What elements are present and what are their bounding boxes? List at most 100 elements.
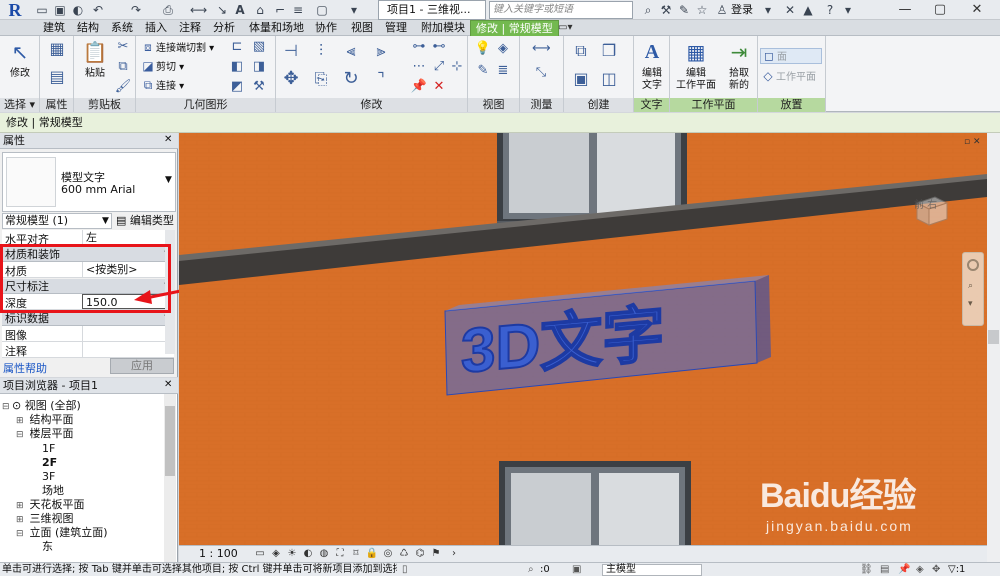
prop-row-comments[interactable]: 注释 <box>2 342 174 358</box>
selection-filter[interactable]: ▽:1 <box>948 563 965 576</box>
crop-view-icon[interactable]: ⛶ <box>333 547 347 561</box>
undo-icon[interactable]: ↶ <box>90 2 106 18</box>
print-icon[interactable]: ⎙ <box>160 2 176 18</box>
align-icon[interactable]: ⊣ <box>282 42 300 60</box>
type-selector[interactable]: 模型文字 600 mm Arial ▼ <box>2 152 176 212</box>
linework-icon[interactable]: ✎ <box>474 62 492 80</box>
apply-button[interactable]: 应用 <box>110 358 174 374</box>
properties-close-icon[interactable]: ✕ <box>164 134 172 145</box>
panel-label-select[interactable]: 选择 ▾ <box>0 98 39 112</box>
measure-distance-icon[interactable]: ⟷ <box>532 40 551 58</box>
zoom-icon[interactable]: ⌕ <box>968 281 973 291</box>
tab-modify-generic-model[interactable]: 修改 | 常规模型 <box>470 20 559 36</box>
tree-node-2f[interactable]: 2F <box>42 456 57 470</box>
tab-collaborate[interactable]: 协作 <box>310 20 342 36</box>
trim-icon[interactable]: ⌝ <box>372 70 390 88</box>
tree-node-floor-plans[interactable]: ⊟ 楼层平面 <box>16 427 74 442</box>
user-icon[interactable]: ♙ <box>714 2 730 18</box>
shadows-icon[interactable]: ◐ <box>301 547 315 561</box>
tree-node-structural-plans[interactable]: ⊞ 结构平面 <box>16 413 74 428</box>
tree-node-1f[interactable]: 1F <box>42 442 55 456</box>
offset-icon[interactable]: ⫶ <box>312 42 330 60</box>
tree-node-site[interactable]: 场地 <box>42 484 64 498</box>
show-crop-icon[interactable]: ⌑ <box>349 547 363 561</box>
cut-icon[interactable]: ✂ <box>114 38 132 56</box>
viewport-close-icon[interactable]: ▫ ✕ <box>964 137 981 147</box>
demolish-icon[interactable]: ▧ <box>250 38 268 56</box>
steering-wheel-icon[interactable] <box>967 259 979 271</box>
move-icon[interactable]: ✥ <box>282 70 300 88</box>
model-select[interactable]: 主模型 <box>602 564 702 576</box>
split-face-icon[interactable]: ◧ <box>228 58 246 76</box>
split-gap-icon[interactable]: ⊷ <box>430 38 448 56</box>
thin-lines-icon[interactable]: ≡ <box>290 2 306 18</box>
cut-geometry-button[interactable]: ◪ 剪切 ▾ <box>140 57 184 75</box>
help-icon[interactable]: ? <box>822 2 838 18</box>
tree-node-3f[interactable]: 3F <box>42 470 55 484</box>
tree-node-east[interactable]: 东 <box>42 540 53 554</box>
hide-bulb-icon[interactable]: 💡 <box>474 40 492 58</box>
select-pinned-icon[interactable]: 📌 <box>898 563 910 576</box>
close-hidden-icon[interactable]: ▢ <box>314 2 330 18</box>
tab-massing-site[interactable]: 体量和场地 <box>244 20 309 36</box>
lock-3d-icon[interactable]: 🔒 <box>365 547 379 561</box>
drag-elements-icon[interactable]: ✥ <box>932 563 940 576</box>
place-on-work-plane-button[interactable]: ◇ 工作平面 <box>760 67 816 85</box>
subscription-icon[interactable]: ⚒ <box>658 2 674 18</box>
exchange-icon[interactable]: ✕ <box>782 2 798 18</box>
split-icon[interactable]: ⊶ <box>410 38 428 56</box>
scale-icon[interactable]: ⤢ <box>430 58 448 76</box>
tab-insert[interactable]: 插入 <box>140 20 172 36</box>
sync-icon[interactable]: ◐ <box>70 2 86 18</box>
worksharing-icon[interactable]: ⌬ <box>413 547 427 561</box>
browser-close-icon[interactable]: ✕ <box>164 379 172 390</box>
tree-node-ceiling-plans[interactable]: ⊞ 天花板平面 <box>16 498 85 513</box>
open-icon[interactable]: ▭ <box>34 2 50 18</box>
edit-text-button[interactable]: A 编辑 文字 <box>635 38 669 92</box>
design-options-icon[interactable]: ⌕ <box>528 563 534 576</box>
main-model-icon[interactable]: ▣ <box>572 563 581 576</box>
3d-view-icon[interactable]: ⌂ <box>252 2 268 18</box>
dimension-icon[interactable]: ↘ <box>214 2 230 18</box>
properties-icon[interactable]: ▤ <box>48 68 66 86</box>
temp-hide-icon[interactable]: ◎ <box>381 547 395 561</box>
text-icon[interactable]: A <box>232 2 248 18</box>
remove-paint-icon[interactable]: ◨ <box>250 58 268 76</box>
rotate-icon[interactable]: ↻ <box>342 70 360 88</box>
tree-node-3d-views[interactable]: ⊞ 三维视图 <box>16 512 74 527</box>
zoom-options-icon[interactable]: ▾ <box>968 299 973 309</box>
delete-icon[interactable]: ✕ <box>430 78 448 96</box>
login-dropdown-icon[interactable]: ▾ <box>760 2 776 18</box>
browser-scrollbar-thumb[interactable] <box>165 406 175 476</box>
override-icon[interactable]: ◈ <box>494 40 512 58</box>
edit-type-button[interactable]: ▤ 编辑类型 <box>116 213 174 229</box>
select-by-face-icon[interactable]: ◈ <box>916 563 924 576</box>
viewport-scrollbar-thumb[interactable] <box>988 330 999 344</box>
sun-path-icon[interactable]: ☀ <box>285 547 299 561</box>
array-icon[interactable]: ⋯ <box>410 58 428 76</box>
autodesk-a360-icon[interactable]: ▲ <box>800 2 816 18</box>
reveal-hidden-icon[interactable]: ♺ <box>397 547 411 561</box>
save-icon[interactable]: ▣ <box>52 2 68 18</box>
lower-window[interactable] <box>499 461 691 545</box>
maximize-button[interactable]: ▢ <box>925 0 955 20</box>
unpin-icon[interactable]: ⊹ <box>448 58 466 76</box>
tab-architecture[interactable]: 建筑 <box>38 20 70 36</box>
minimize-button[interactable]: — <box>890 0 920 20</box>
section-icon[interactable]: ⌐ <box>272 2 288 18</box>
tab-annotate[interactable]: 注释 <box>174 20 206 36</box>
tree-node-elevations[interactable]: ⊟ 立面 (建筑立面) <box>16 526 108 541</box>
paste-button[interactable]: 📋 粘贴 <box>78 38 112 80</box>
properties-help-link[interactable]: 属性帮助 <box>3 360 47 376</box>
prop-group-identity[interactable]: 标识数据⌃ <box>2 311 174 326</box>
type-properties-icon[interactable]: ▦ <box>48 40 66 58</box>
paint-icon[interactable]: ◩ <box>228 78 246 96</box>
edit-work-plane-button[interactable]: ▦ 编辑 工作平面 <box>674 38 718 92</box>
type-dropdown-icon[interactable]: ▼ <box>165 175 172 185</box>
communication-icon[interactable]: ✎ <box>676 2 692 18</box>
tab-analyze[interactable]: 分析 <box>208 20 240 36</box>
customize-icon[interactable]: ▾ <box>346 2 362 18</box>
pick-new-host-button[interactable]: ⇥ 拾取 新的 <box>722 38 756 92</box>
analysis-icon[interactable]: ⚑ <box>429 547 443 561</box>
measure-icon[interactable]: ⟷ <box>190 2 207 18</box>
